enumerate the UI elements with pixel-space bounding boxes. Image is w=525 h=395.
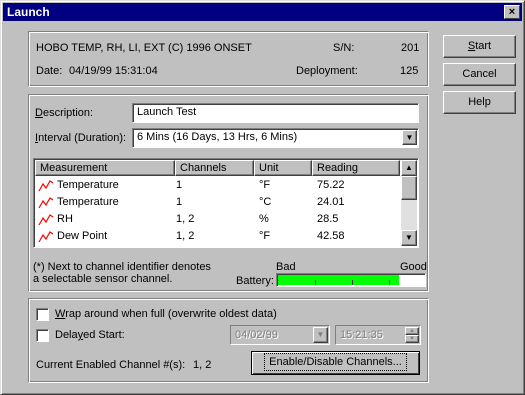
- deployment-value: 125: [400, 65, 419, 77]
- cell-unit: °F: [259, 179, 271, 191]
- wrap-accelerator: W: [55, 308, 66, 320]
- col-header-channels[interactable]: Channels: [175, 160, 254, 176]
- battery-tick: [389, 280, 390, 285]
- battery-good-label: Good: [400, 261, 427, 273]
- scroll-up-icon[interactable]: ▲: [401, 160, 417, 176]
- delayed-date-value: 04/02/99: [235, 329, 278, 341]
- enable-channels-button-text: Enable/Disable Channels...: [264, 353, 407, 371]
- col-header-channels-text: Channels: [180, 162, 227, 174]
- cell-measurement: RH: [57, 213, 73, 225]
- deployment-label: Deployment:: [296, 65, 358, 77]
- cell-measurement: Temperature: [57, 196, 119, 208]
- cell-channels: 1: [176, 179, 183, 191]
- settings-panel: Description: Launch Test Interval (Durat…: [28, 94, 429, 292]
- scroll-thumb[interactable]: [401, 176, 417, 200]
- close-icon[interactable]: ×: [504, 5, 520, 19]
- delayed-start-label[interactable]: Delayed Start:: [55, 329, 125, 341]
- trend-line-icon: [38, 197, 54, 209]
- help-button[interactable]: Help: [443, 91, 516, 114]
- cell-unit: %: [259, 213, 269, 225]
- cell-unit: °F: [259, 230, 271, 242]
- table-row[interactable]: Temperature 1 °F 75.22: [35, 177, 401, 194]
- battery-level-fill: [278, 275, 399, 285]
- cell-channels: 1, 2: [176, 213, 195, 225]
- selectable-note-line1: (*) Next to channel identifier denotes: [33, 261, 211, 273]
- window-title: Launch: [7, 5, 50, 19]
- battery-label: Battery:: [236, 275, 274, 287]
- trend-line-icon: [38, 214, 54, 226]
- description-label-rest: escription:: [42, 107, 94, 119]
- enabled-channels-value: 1, 2: [193, 359, 212, 371]
- battery-tick: [352, 280, 353, 285]
- delayed-label-post: ed Start:: [83, 329, 125, 341]
- wrap-label-rest: rap around when full (overwrite oldest d…: [65, 308, 277, 320]
- selectable-note-line2: a selectable sensor channel.: [33, 273, 173, 285]
- description-input[interactable]: Launch Test: [132, 103, 419, 123]
- dropdown-arrow-icon[interactable]: ▼: [402, 130, 417, 145]
- cell-reading: 42.58: [317, 230, 345, 242]
- col-header-measurement-text: Measurement: [40, 162, 108, 174]
- trend-line-icon: [38, 180, 54, 192]
- col-header-reading-text: Reading: [317, 162, 358, 174]
- date-label: Date:: [36, 65, 63, 77]
- battery-meter: [276, 273, 426, 287]
- serial-label: S/N:: [333, 42, 355, 54]
- wrap-around-label[interactable]: Wrap around when full (overwrite oldest …: [55, 308, 277, 320]
- channel-list[interactable]: Measurement Channels Unit Reading Temper…: [33, 158, 419, 248]
- description-accelerator: D: [35, 107, 43, 119]
- interval-label-rest: nterval (Duration):: [38, 132, 127, 144]
- description-value: Launch Test: [137, 106, 197, 118]
- date-value: 04/19/99 15:31:04: [69, 65, 158, 77]
- spin-down-icon[interactable]: ▼: [405, 335, 419, 343]
- cell-reading: 28.5: [317, 213, 339, 225]
- wrap-around-checkbox[interactable]: [36, 308, 49, 321]
- delayed-time-spinner[interactable]: 15:21:35 ▲ ▼: [335, 325, 421, 345]
- battery-bad-label: Bad: [276, 261, 296, 273]
- cell-reading: 24.01: [317, 196, 345, 208]
- col-header-unit-text: Unit: [259, 162, 279, 174]
- cell-reading: 75.22: [317, 179, 345, 191]
- cell-channels: 1, 2: [176, 230, 195, 242]
- cell-measurement: Temperature: [57, 179, 119, 191]
- delayed-date-picker[interactable]: 04/02/99 ▼: [230, 325, 330, 345]
- serial-value: 201: [401, 42, 420, 54]
- enabled-channels-label: Current Enabled Channel #(s):: [36, 359, 186, 371]
- scroll-down-icon[interactable]: ▼: [401, 230, 417, 246]
- spin-up-icon[interactable]: ▲: [405, 327, 419, 335]
- delayed-start-checkbox[interactable]: [36, 329, 49, 342]
- start-rest: tart: [475, 40, 492, 52]
- delayed-time-value: 15:21:35: [340, 329, 383, 341]
- device-info-panel: HOBO TEMP, RH, LI, EXT (C) 1996 ONSET S/…: [28, 31, 429, 87]
- cell-measurement: Dew Point: [57, 230, 108, 242]
- table-row[interactable]: RH 1, 2% 28.5: [35, 211, 401, 228]
- trend-line-icon: [38, 231, 54, 243]
- list-scrollbar[interactable]: ▲ ▼: [401, 160, 417, 246]
- device-name: HOBO TEMP, RH, LI, EXT (C) 1996 ONSET: [36, 42, 252, 54]
- start-button[interactable]: Start: [443, 35, 516, 58]
- col-header-measurement[interactable]: Measurement: [35, 160, 175, 176]
- enable-disable-channels-button[interactable]: Enable/Disable Channels...: [251, 351, 420, 375]
- cell-unit: °C: [259, 196, 272, 208]
- date-dropdown-arrow-icon[interactable]: ▼: [313, 327, 328, 343]
- cancel-button[interactable]: Cancel: [443, 63, 516, 86]
- interval-select[interactable]: 6 Mins (16 Days, 13 Hrs, 6 Mins) ▼: [132, 128, 419, 148]
- launch-dialog: Launch × HOBO TEMP, RH, LI, EXT (C) 1996…: [0, 0, 525, 395]
- options-panel: Wrap around when full (overwrite oldest …: [28, 298, 429, 383]
- col-header-reading[interactable]: Reading: [312, 160, 400, 176]
- col-header-unit[interactable]: Unit: [254, 160, 312, 176]
- interval-value: 6 Mins (16 Days, 13 Hrs, 6 Mins): [137, 131, 298, 143]
- table-row[interactable]: Dew Point 1, 2 °F 42.58: [35, 228, 401, 245]
- battery-tick: [315, 280, 316, 285]
- title-bar[interactable]: Launch ×: [3, 3, 522, 21]
- interval-label: Interval (Duration):: [35, 132, 126, 144]
- description-label: Description:: [35, 107, 93, 119]
- cell-channels: 1: [176, 196, 183, 208]
- table-row[interactable]: Temperature 1 °C 24.01: [35, 194, 401, 211]
- delayed-label-pre: Dela: [55, 329, 78, 341]
